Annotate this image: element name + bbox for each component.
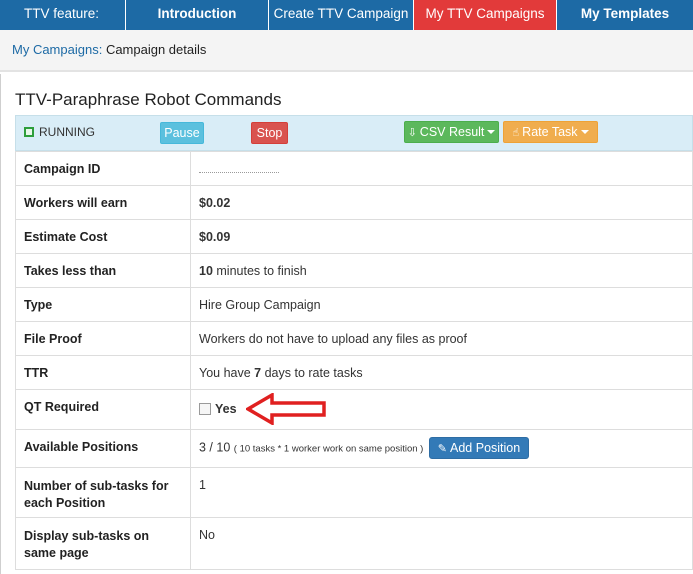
caret-down-icon: [487, 130, 496, 134]
breadcrumb-my-campaigns-link[interactable]: My Campaigns:: [12, 42, 102, 57]
table-row: Workers will earn $0.02: [15, 185, 693, 220]
row-label: Workers will earn: [15, 185, 191, 220]
add-position-button[interactable]: ✎ Add Position: [428, 437, 530, 459]
nav-create-campaign[interactable]: Create TTV Campaign: [269, 0, 414, 30]
table-row: Display sub-tasks on same page No: [15, 517, 693, 570]
stop-button[interactable]: Stop: [251, 122, 288, 144]
status-bar: RUNNING Pause Stop ⇩ CSV Result ☝ Rate Tas…: [15, 115, 693, 151]
row-label: Available Positions: [15, 429, 191, 468]
nav-feature-label: TTV feature:: [0, 0, 126, 30]
positions-value: 3 / 10: [199, 440, 231, 455]
ttr-cell: You have 7 days to rate tasks: [190, 355, 693, 390]
row-label: Type: [15, 287, 191, 322]
download-icon: ⇩: [407, 127, 417, 139]
ttr-suffix: days to rate tasks: [264, 366, 363, 380]
thumbs-up-icon: ☝: [512, 127, 520, 139]
qt-required-checkbox[interactable]: [199, 403, 211, 415]
type-value: Hire Group Campaign: [190, 287, 693, 322]
row-label: Display sub-tasks on same page: [15, 517, 191, 570]
table-row: TTR You have 7 days to rate tasks: [15, 355, 693, 390]
breadcrumb: My Campaigns: Campaign details: [0, 30, 693, 72]
row-label: Estimate Cost: [15, 219, 191, 254]
qt-option-label: Yes: [215, 402, 237, 416]
pause-button[interactable]: Pause: [160, 122, 204, 144]
takes-minutes: 10: [199, 264, 213, 278]
add-position-label: Add Position: [450, 441, 521, 455]
running-square-icon: [24, 127, 34, 137]
row-label: TTR: [15, 355, 191, 390]
row-label: Campaign ID: [15, 151, 191, 186]
positions-note: ( 10 tasks * 1 worker work on same posit…: [233, 443, 424, 455]
pencil-icon: ✎: [437, 443, 448, 455]
table-row: Campaign ID: [15, 151, 693, 186]
table-row: Estimate Cost $0.09: [15, 219, 693, 254]
breadcrumb-current: Campaign details: [105, 42, 207, 57]
row-label: Number of sub-tasks for each Position: [15, 467, 191, 518]
workers-earn-cell: $0.02: [190, 185, 693, 220]
rate-task-button[interactable]: ☝ Rate Task: [503, 121, 598, 143]
table-row: Number of sub-tasks for each Position 1: [15, 467, 693, 518]
page-title: TTV-Paraphrase Robot Commands: [15, 90, 282, 109]
status-indicator: RUNNING: [24, 125, 95, 139]
estimate-cost-value: $0.09: [199, 230, 231, 244]
table-row: Takes less than 10 minutes to finish: [15, 253, 693, 288]
ttr-days: 7: [254, 366, 262, 380]
table-row: Available Positions 3 / 10 ( 10 tasks * …: [15, 429, 693, 468]
takes-cell: 10 minutes to finish: [190, 253, 693, 288]
table-row: Type Hire Group Campaign: [15, 287, 693, 322]
file-proof-value: Workers do not have to upload any files …: [190, 321, 693, 356]
row-label: Takes less than: [15, 253, 191, 288]
workers-earn-value: $0.02: [199, 196, 231, 210]
csv-result-button[interactable]: ⇩ CSV Result: [404, 121, 499, 143]
takes-text: minutes to finish: [216, 264, 307, 278]
table-row: QT Required Yes: [15, 389, 693, 430]
row-label: File Proof: [15, 321, 191, 356]
positions-cell: 3 / 10 ( 10 tasks * 1 worker work on sam…: [190, 429, 693, 468]
subtasks-value: 1: [190, 467, 693, 518]
csv-result-label: CSV Result: [419, 125, 485, 139]
row-label: QT Required: [15, 389, 191, 430]
rate-task-label: Rate Task: [522, 125, 578, 139]
nav-my-templates[interactable]: My Templates: [557, 0, 693, 30]
annotation-arrow-icon: [246, 393, 326, 425]
nav-my-campaigns[interactable]: My TTV Campaigns: [414, 0, 557, 30]
top-nav: TTV feature: Introduction Create TTV Cam…: [0, 0, 693, 30]
status-text: RUNNING: [39, 125, 95, 139]
caret-down-icon: [580, 130, 589, 134]
table-row: File Proof Workers do not have to upload…: [15, 321, 693, 356]
nav-introduction[interactable]: Introduction: [126, 0, 269, 30]
masked-campaign-id: [199, 165, 279, 173]
display-value: No: [190, 517, 693, 570]
campaign-id-value: [190, 151, 693, 186]
estimate-cost-cell: $0.09: [190, 219, 693, 254]
campaign-details-table: Campaign ID Workers will earn $0.02 Esti…: [15, 151, 693, 570]
ttr-prefix: You have: [199, 366, 251, 380]
